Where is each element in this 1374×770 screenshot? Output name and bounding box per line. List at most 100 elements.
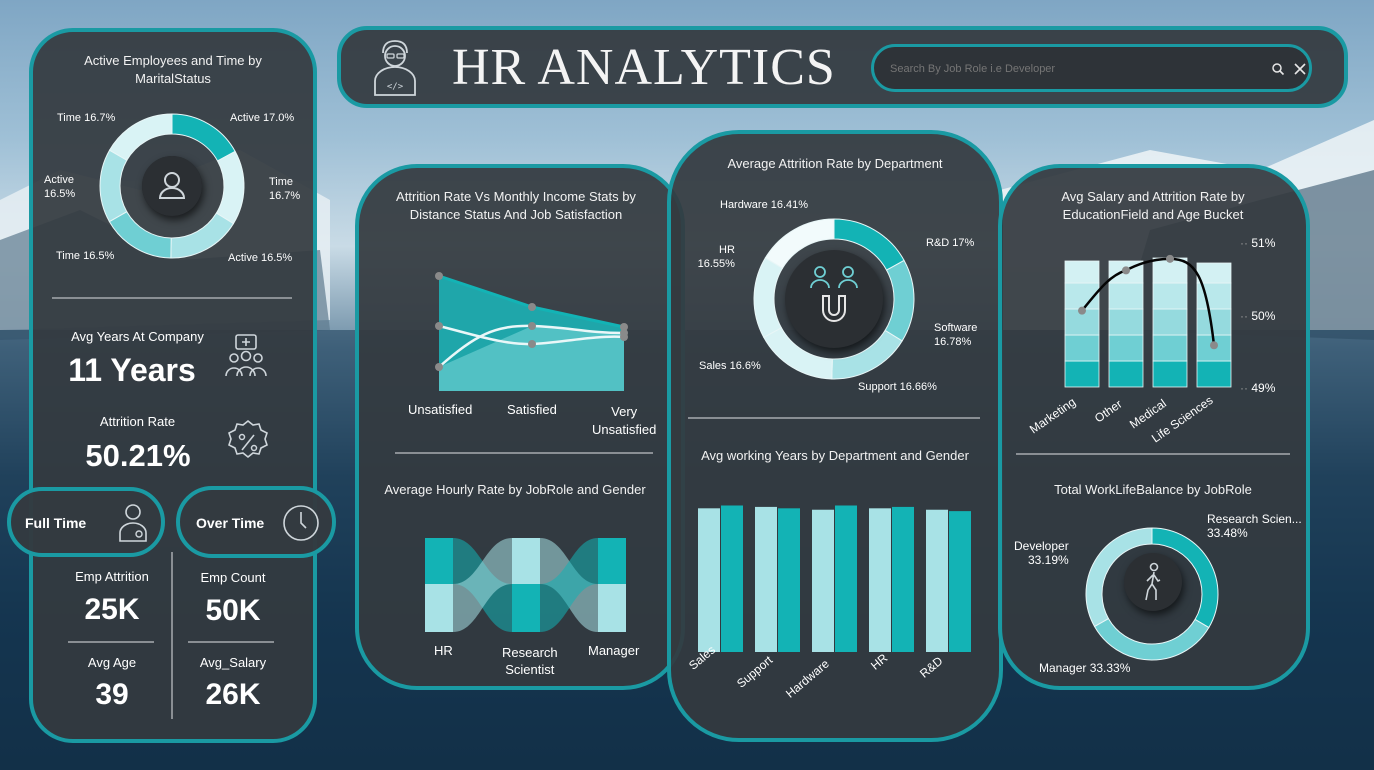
data-point: [435, 322, 443, 330]
search-icon[interactable]: [1271, 62, 1285, 76]
hourly-chart-title: Average Hourly Rate by JobRole and Gende…: [384, 482, 646, 497]
bar-mgr-bottom: [598, 584, 626, 632]
divider: [688, 417, 980, 419]
working-years-bar: [892, 506, 914, 652]
salary-bar-segment: [1064, 334, 1100, 362]
income-area-chart: [435, 272, 628, 391]
avg-salary-label: Avg_Salary: [199, 655, 267, 670]
dept-attrition-title: Average Attrition Rate by Department: [727, 156, 943, 171]
walking-person-icon: [1124, 553, 1182, 611]
over-time-label: Over Time: [196, 515, 265, 531]
divider: [52, 297, 292, 299]
wlb-label-manager: Manager 33.33%: [1039, 661, 1131, 675]
avg-years-value: 11 Years: [68, 352, 196, 388]
marital-label-time-2: Time 16.7%: [269, 176, 301, 202]
x-tick-label: Very Unsatisfied: [592, 404, 657, 437]
marital-slice: [170, 212, 235, 259]
data-point: [435, 363, 443, 371]
working-years-bar: [869, 508, 891, 652]
emp-count-value: 50K: [205, 594, 261, 627]
salary-bar-segment: [1152, 308, 1188, 336]
page-title: HR ANALYTICS: [452, 39, 836, 96]
data-point: [528, 322, 536, 330]
marital-chart-title: Active Employees and Time by MaritalStat…: [84, 53, 262, 86]
divider: [395, 452, 653, 454]
salary-bar-segment: [1152, 334, 1188, 362]
working-years-bar: [949, 511, 971, 652]
dept-label-hardware: Hardware 16.41%: [720, 199, 809, 211]
search-input[interactable]: [888, 57, 1262, 81]
svg-text:</>: </>: [387, 82, 404, 92]
salary-bar-segment: [1108, 308, 1144, 336]
x-tick-label: Unsatisfied: [408, 402, 473, 417]
salary-chart-title: Avg Salary and Attrition Rate by Educati…: [1061, 189, 1245, 222]
marital-slice: [108, 211, 172, 259]
dept-label-rd: R&D 17%: [926, 237, 975, 249]
dept-label-hr: HR 16.55%: [697, 244, 735, 270]
data-point: [435, 272, 443, 280]
divider: [1016, 453, 1290, 455]
clock-icon: [283, 505, 319, 541]
dept-slice: [753, 257, 784, 339]
salary-bar-segment: [1108, 360, 1144, 388]
dept-label-software: Software 16.78%: [934, 322, 978, 348]
y2-tick-label: ·· 51%: [1240, 236, 1276, 250]
working-years-bar: [812, 509, 834, 652]
salary-bar-segment: [1196, 308, 1232, 336]
x-tick-label: Satisfied: [507, 402, 557, 417]
working-years-bar: [698, 508, 720, 652]
full-time-label: Full Time: [25, 515, 87, 531]
avg-age-value: 39: [95, 678, 129, 711]
divider: [188, 641, 274, 643]
marital-label-time-1: Time 16.7%: [57, 112, 116, 124]
wlb-chart-title: Total WorkLifeBalance by JobRole: [1054, 482, 1252, 497]
working-years-bar: [926, 509, 948, 652]
emp-attrition-value: 25K: [84, 593, 140, 626]
attrition-point: [1166, 254, 1174, 263]
wlb-label-research: Research Scien... 33.48%: [1207, 512, 1302, 540]
working-years-title: Avg working Years by Department and Gend…: [701, 448, 969, 463]
income-chart-title: Attrition Rate Vs Monthly Income Stats b…: [396, 189, 636, 222]
working-years-bar: [755, 506, 777, 652]
x-tick-label: Research Scientist: [502, 645, 558, 677]
avg-salary-value: 26K: [205, 678, 261, 711]
marital-slice: [171, 113, 236, 162]
divider: [68, 641, 154, 643]
developer-avatar-icon: </>: [374, 40, 416, 96]
working-years-bar: [835, 505, 857, 652]
y2-tick-label: ·· 49%: [1240, 381, 1276, 395]
marital-slice: [215, 150, 245, 225]
y2-tick-label: ·· 50%: [1240, 309, 1276, 323]
data-point: [528, 303, 536, 311]
salary-bar-segment: [1108, 282, 1144, 310]
close-icon[interactable]: [1293, 62, 1307, 76]
percent-badge-icon: [228, 419, 268, 459]
attrition-magnet-icon: [785, 250, 883, 348]
bar-rs-top: [512, 538, 540, 584]
salary-bar-segment: [1196, 262, 1232, 284]
full-time-button[interactable]: Full Time: [7, 487, 165, 557]
data-point: [528, 340, 536, 348]
bar-rs-bottom: [512, 584, 540, 632]
hourly-ribbon-chart: [425, 538, 626, 632]
working-years-bar: [778, 508, 800, 652]
salary-bar-segment: [1196, 360, 1232, 388]
over-time-button[interactable]: Over Time: [176, 486, 336, 558]
employee-icon: [119, 504, 147, 542]
dept-label-support: Support 16.66%: [858, 381, 937, 393]
marital-label-active-1: Active 17.0%: [230, 112, 295, 124]
dept-slice: [884, 259, 915, 342]
emp-attrition-label: Emp Attrition: [75, 569, 149, 584]
working-years-bar: [721, 505, 743, 652]
attrition-line: [1081, 257, 1216, 346]
search-box[interactable]: [871, 44, 1312, 92]
marital-label-time-3: Time 16.5%: [56, 250, 115, 262]
avg-age-label: Avg Age: [87, 655, 137, 670]
attrition-point: [1078, 306, 1086, 315]
attrition-point: [1210, 341, 1218, 350]
wlb-slice: [1093, 617, 1210, 661]
x-tick-label: Manager: [588, 643, 640, 658]
attrition-rate-value: 50.21%: [85, 438, 191, 473]
attrition-point: [1122, 266, 1130, 275]
bar-hr-top: [425, 538, 453, 584]
